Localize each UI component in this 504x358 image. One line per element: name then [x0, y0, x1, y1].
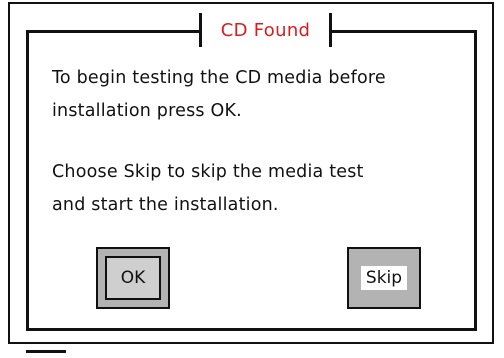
message-skip-instructions: Choose Skip to skip the media test and s… — [52, 156, 364, 222]
message-line: To begin testing the CD media before — [52, 68, 386, 88]
message-line: Choose Skip to skip the media test — [52, 162, 364, 182]
message-line: installation press OK. — [52, 101, 242, 121]
ok-button-face[interactable]: OK — [105, 256, 161, 300]
skip-button-label: Skip — [360, 266, 408, 290]
message-line: and start the installation. — [52, 195, 279, 215]
ok-button-label: OK — [120, 268, 146, 288]
message-ok-instructions: To begin testing the CD media before ins… — [52, 62, 386, 128]
skip-button[interactable]: Skip — [347, 247, 421, 309]
ok-button[interactable]: OK — [96, 247, 170, 309]
dialog-title-box: CD Found — [199, 13, 332, 47]
dialog-title: CD Found — [220, 19, 311, 41]
window-shadow — [26, 350, 66, 353]
skip-button-face[interactable]: Skip — [356, 256, 412, 300]
